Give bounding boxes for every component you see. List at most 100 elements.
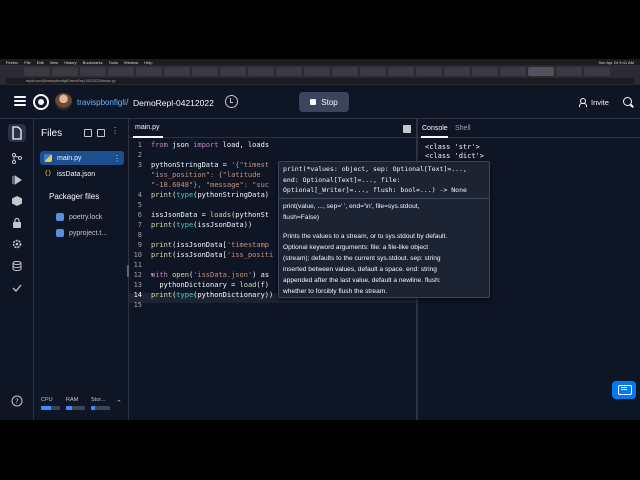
browser-tab[interactable] xyxy=(584,66,610,76)
code-line[interactable]: 5 xyxy=(129,200,151,210)
browser-tab[interactable] xyxy=(24,66,50,76)
code-token: import xyxy=(193,141,223,149)
browser-tab[interactable] xyxy=(388,66,414,76)
file-item-issdata-json[interactable]: {} issData.json xyxy=(40,167,124,181)
browser-tab[interactable] xyxy=(472,66,498,76)
menubar-item[interactable]: Firefox xyxy=(6,60,18,65)
new-folder-icon[interactable] xyxy=(97,129,105,137)
browser-tab[interactable] xyxy=(360,66,386,76)
doc-line xyxy=(283,223,485,231)
browser-tab[interactable] xyxy=(528,66,554,76)
file-menu-icon[interactable]: ⋮ xyxy=(113,154,121,163)
code-line[interactable]: 3 pythonStringData = '{"timest xyxy=(129,160,269,170)
resource-usage[interactable]: CPU RAM Stor... ⌃ xyxy=(34,397,129,417)
browser-tab[interactable] xyxy=(444,66,470,76)
browser-tab[interactable] xyxy=(276,66,302,76)
code-line[interactable]: 15 xyxy=(129,300,151,310)
storage-bar xyxy=(91,406,110,410)
code-token: 'iss_positi xyxy=(226,251,274,259)
code-token: print xyxy=(151,241,173,249)
browser-tab[interactable] xyxy=(108,66,134,76)
active-tab-indicator xyxy=(421,136,448,138)
letterbox-bottom xyxy=(0,420,640,480)
search-icon[interactable] xyxy=(623,97,632,106)
checkmark-icon[interactable] xyxy=(11,281,23,293)
git-icon[interactable] xyxy=(11,151,23,164)
menubar-item[interactable]: Bookmarks xyxy=(83,60,103,65)
code-line[interactable]: 9 print (issJsonData['timestamp xyxy=(129,240,269,250)
menubar-item[interactable]: Edit xyxy=(37,60,44,65)
invite-button[interactable]: Invite xyxy=(579,94,617,110)
tab-shell[interactable]: Shell xyxy=(455,125,471,132)
browser-tab[interactable] xyxy=(556,66,582,76)
menubar-item[interactable]: Tools xyxy=(109,60,118,65)
close-panel-icon[interactable] xyxy=(403,125,411,133)
code-line[interactable]: "iss_position": {"latitude xyxy=(129,170,261,180)
line-number: 9 xyxy=(137,241,142,249)
browser-tab[interactable] xyxy=(332,66,358,76)
new-file-icon[interactable] xyxy=(84,129,92,137)
menubar-item[interactable]: History xyxy=(64,60,76,65)
file-item-main-py[interactable]: main.py ⋮ xyxy=(40,151,124,165)
browser-tab[interactable] xyxy=(304,66,330,76)
browser-tab[interactable] xyxy=(52,66,78,76)
avatar[interactable] xyxy=(55,93,72,110)
code-line[interactable]: 11 xyxy=(129,260,151,270)
code-line[interactable]: 12 ▼ with open('issData.json') as xyxy=(129,270,269,280)
browser-tab[interactable] xyxy=(136,66,162,76)
menubar-item[interactable]: Help xyxy=(144,60,152,65)
browser-tab[interactable] xyxy=(164,66,190,76)
code-line[interactable]: 2 xyxy=(129,150,151,160)
menubar-item[interactable]: File xyxy=(24,60,30,65)
code-line[interactable]: 8 xyxy=(129,230,151,240)
tab-main-py[interactable]: main.py xyxy=(135,124,160,131)
chat-icon[interactable] xyxy=(612,381,636,399)
file-item-pyproject[interactable]: pyproject.t... xyxy=(56,227,107,239)
code-line[interactable]: 1 from json import load, loads xyxy=(129,140,269,150)
address-bar[interactable]: replit.com/@travispbonfigli/DemoRepl-042… xyxy=(6,78,634,84)
browser-tab[interactable] xyxy=(192,66,218,76)
secrets-lock-icon[interactable] xyxy=(11,216,23,228)
browser-tab[interactable] xyxy=(80,66,106,76)
code-line[interactable]: 7 print(type (issJsonData)) xyxy=(129,220,252,230)
more-options-icon[interactable]: ⋮ xyxy=(111,126,119,135)
packages-icon[interactable] xyxy=(11,194,23,206)
help-icon[interactable]: ? xyxy=(11,394,23,407)
menu-icon[interactable] xyxy=(14,96,26,106)
menubar-item[interactable]: Window xyxy=(124,60,138,65)
tooltip-signature: print(*values: object, sep: Optional[Tex… xyxy=(279,162,489,199)
code-line[interactable]: 10 print (issJsonData['iss_positi xyxy=(129,250,274,260)
fold-chevron-icon[interactable]: ▼ xyxy=(151,272,154,278)
doc-line: (stream); defaults to the current sys.st… xyxy=(283,255,441,262)
debugger-icon[interactable] xyxy=(11,173,23,185)
code-line[interactable]: 4 print(type (pythonStringData) xyxy=(129,190,269,200)
file-name: main.py xyxy=(57,154,82,162)
code-line[interactable]: 6 issJsonData = loads (pythonSt xyxy=(129,210,269,220)
ram-bar xyxy=(66,406,85,410)
chevron-up-icon[interactable]: ⌃ xyxy=(116,399,122,407)
replit-logo-icon[interactable] xyxy=(33,94,49,110)
file-name: issData.json xyxy=(57,170,96,178)
file-item-poetry-lock[interactable]: poetry.lock xyxy=(56,211,102,223)
stop-button[interactable]: Stop xyxy=(299,92,349,112)
python-file-icon xyxy=(44,154,52,162)
files-icon[interactable] xyxy=(8,124,26,142)
code-line[interactable]: "-18.6048"}, "message": "suc xyxy=(129,180,269,190)
code-line[interactable]: 14 print(type (pythonDictionary)) xyxy=(129,290,274,300)
code-token: (issJsonData)) xyxy=(193,221,253,229)
history-icon[interactable] xyxy=(225,95,238,108)
line-number: 8 xyxy=(137,231,142,239)
repl-name[interactable]: DemoRepl-04212022 xyxy=(133,98,214,108)
browser-tab[interactable] xyxy=(416,66,442,76)
menubar-item[interactable]: View xyxy=(50,60,59,65)
browser-tab[interactable] xyxy=(248,66,274,76)
browser-tab[interactable] xyxy=(220,66,246,76)
code-line[interactable]: 13 pythonDictionary = load (f) xyxy=(129,280,269,290)
files-resize-handle[interactable] xyxy=(127,265,129,277)
database-icon[interactable] xyxy=(11,259,23,272)
tab-console[interactable]: Console xyxy=(422,125,448,132)
code-token: issJsonData = xyxy=(151,211,211,219)
settings-gear-icon[interactable] xyxy=(11,237,23,249)
browser-tab[interactable] xyxy=(500,66,526,76)
username-link[interactable]: travispbonfigli xyxy=(77,98,126,107)
